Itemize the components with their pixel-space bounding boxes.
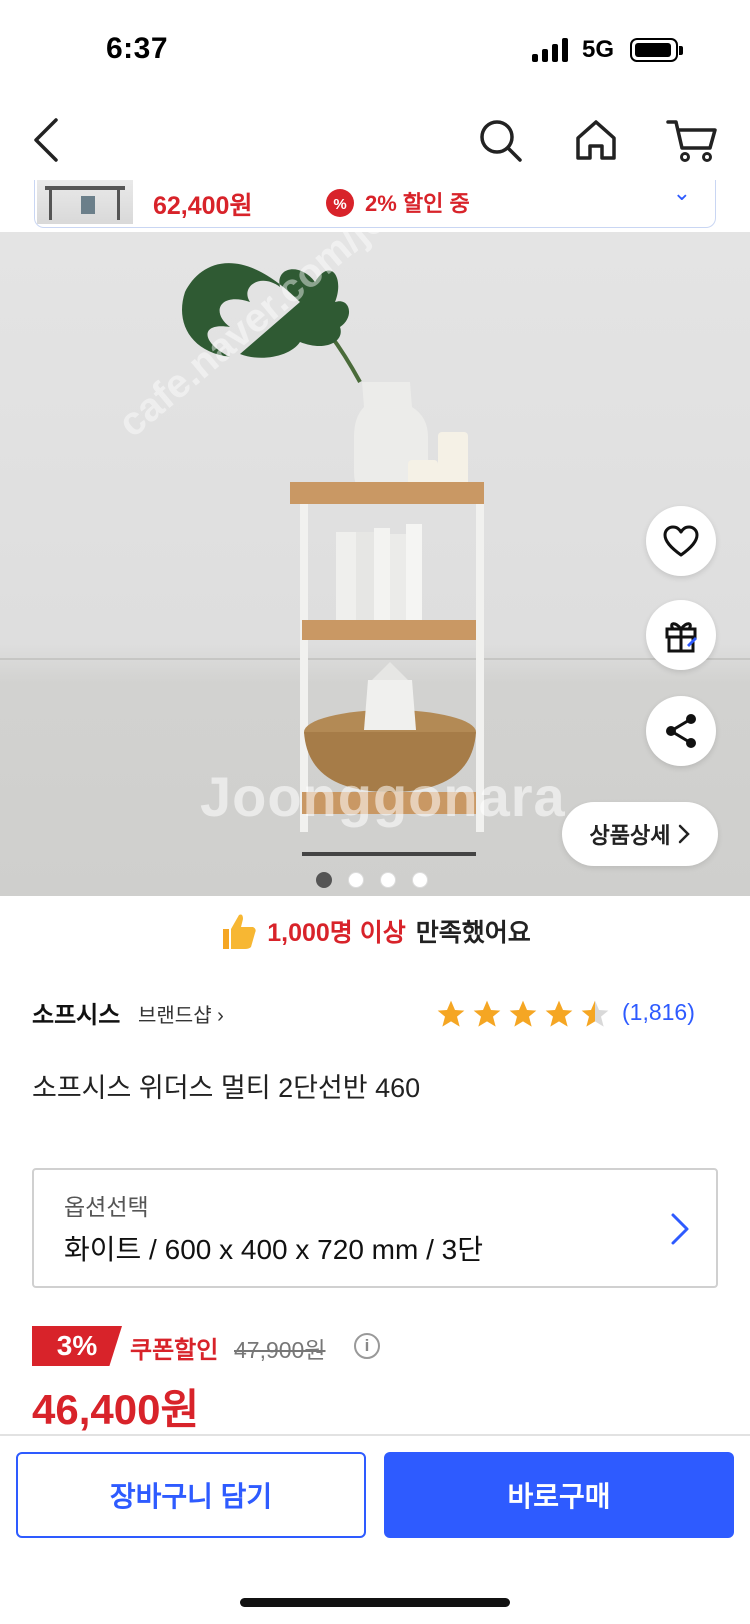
- product-image-carousel[interactable]: Joonggonara cafe.naver.com/joonggonara 상…: [0, 232, 750, 896]
- chevron-right-icon: [679, 824, 691, 844]
- home-icon: [576, 120, 616, 160]
- chevron-right-icon: ›: [217, 1005, 224, 1027]
- rating-stars[interactable]: [434, 998, 612, 1030]
- product-name: 소프시스 위더스 멀티 2단선반 460: [32, 1073, 421, 1103]
- carousel-dot[interactable]: [316, 872, 332, 888]
- star-icon: [545, 1000, 573, 1027]
- carousel-dots: [316, 872, 428, 888]
- battery-icon: [630, 38, 683, 62]
- half-star-icon: [581, 1000, 609, 1027]
- add-to-cart-button[interactable]: 장바구니 담기: [16, 1452, 366, 1538]
- status-time: 6:37: [106, 32, 169, 65]
- cart-icon: [666, 120, 717, 162]
- star-icon: [509, 1000, 537, 1027]
- mini-product-thumbnail: [37, 180, 133, 224]
- brand-shop-link[interactable]: 브랜드샵 ›: [138, 999, 224, 1028]
- info-icon[interactable]: i: [354, 1333, 380, 1359]
- mini-discount-text: 2% 할인 중: [365, 191, 470, 216]
- signal-icon: [532, 38, 570, 62]
- satisfaction-banner: 1,000명 이상 만족했어요: [0, 906, 750, 956]
- gift-icon: [665, 622, 697, 653]
- home-indicator: [240, 1598, 510, 1607]
- option-selector[interactable]: 옵션선택 화이트 / 600 x 400 x 720 mm / 3단: [32, 1168, 718, 1288]
- bottom-divider: [0, 1434, 750, 1436]
- discount-badge: 3%: [32, 1326, 122, 1366]
- carousel-dot[interactable]: [348, 872, 364, 888]
- carousel-dot[interactable]: [380, 872, 396, 888]
- option-value: 화이트 / 600 x 400 x 720 mm / 3단: [64, 1234, 483, 1265]
- thumbs-up-icon: [223, 914, 256, 949]
- star-icon: [437, 1000, 465, 1027]
- product-detail-label: 상품상세: [589, 823, 671, 848]
- watermark-main: Joonggonara: [200, 765, 566, 828]
- network-type: 5G: [582, 36, 615, 63]
- brand-shop-label: 브랜드샵: [138, 1005, 212, 1027]
- back-button[interactable]: [16, 110, 76, 170]
- buy-now-button[interactable]: 바로구매: [384, 1452, 734, 1538]
- mini-price: 62,400원: [153, 192, 253, 220]
- product-detail-button[interactable]: 상품상세: [562, 802, 718, 866]
- search-button[interactable]: [470, 110, 530, 170]
- home-button[interactable]: [566, 110, 626, 170]
- original-price: 47,900원: [234, 1337, 326, 1363]
- chevron-left-icon: [34, 118, 58, 162]
- star-icon: [473, 1000, 501, 1027]
- satisfaction-highlight: 1,000명 이상: [267, 919, 406, 947]
- like-button[interactable]: [646, 506, 716, 576]
- share-icon: [666, 714, 696, 748]
- search-icon: [480, 120, 522, 162]
- chevron-icon: ⌄: [672, 180, 691, 205]
- carousel-dot[interactable]: [412, 872, 428, 888]
- heart-icon: [663, 525, 699, 557]
- mini-product-bar[interactable]: 62,400원 % 2% 할인 중 ⌄: [34, 180, 716, 228]
- option-label: 옵션선택: [64, 1194, 149, 1220]
- cart-button[interactable]: [662, 110, 722, 170]
- coupon-label: 쿠폰할인: [130, 1337, 219, 1364]
- gift-button[interactable]: [646, 600, 716, 670]
- share-button[interactable]: [646, 696, 716, 766]
- brand-name[interactable]: 소프시스: [32, 995, 120, 1030]
- satisfaction-text: 만족했어요: [415, 919, 531, 947]
- percent-badge-icon: %: [325, 188, 355, 218]
- svg-text:%: %: [333, 196, 346, 213]
- top-nav: [0, 100, 750, 180]
- rating-count[interactable]: (1,816): [622, 999, 695, 1026]
- final-price: 46,400원: [32, 1386, 200, 1433]
- status-bar: 6:37 5G: [0, 0, 750, 100]
- chevron-right-icon: [671, 1213, 689, 1245]
